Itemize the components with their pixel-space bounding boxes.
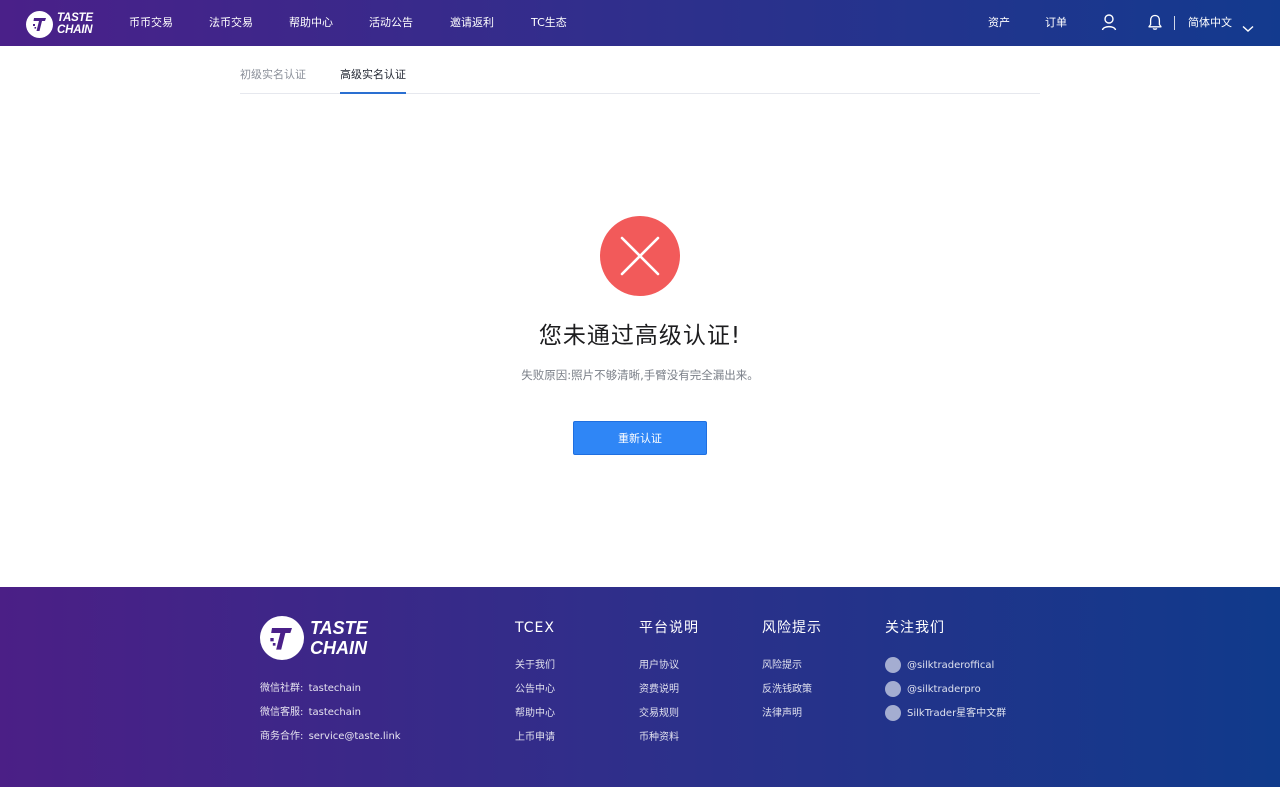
logo-mark-icon <box>260 616 304 660</box>
footer-logo-line2: CHAIN <box>310 638 367 658</box>
bell-icon[interactable] <box>1147 14 1163 35</box>
footer-logo-text: TASTE CHAIN <box>310 618 368 658</box>
footer-link-help[interactable]: 帮助中心 <box>515 707 555 720</box>
footer-column-risk: 风险提示 风险提示 反洗钱政策 法律声明 <box>762 619 822 719</box>
result-title: 您未通过高级认证! <box>538 323 742 349</box>
brand-logo[interactable]: TASTE CHAIN <box>26 10 93 38</box>
footer-link-notices[interactable]: 公告中心 <box>515 683 555 696</box>
logo-mark-icon <box>26 10 53 38</box>
footer-link-risk-warning[interactable]: 风险提示 <box>762 659 802 672</box>
social-avatar-icon <box>885 705 901 721</box>
footer-column-tcex: TCEX 关于我们 公告中心 帮助中心 上币申请 <box>515 619 555 743</box>
contact-label: 微信社群: <box>260 683 304 694</box>
contact-business: 商务合作: service@taste.link <box>260 730 401 743</box>
social-link-official[interactable]: @silktraderoffical <box>885 657 994 673</box>
footer-column-title: TCEX <box>515 620 555 636</box>
nav-announcements[interactable]: 活动公告 <box>369 16 413 30</box>
social-avatar-icon <box>885 657 901 673</box>
user-icon[interactable] <box>1101 14 1117 35</box>
nav-orders[interactable]: 订单 <box>1045 16 1067 30</box>
top-navigation-bar: TASTE CHAIN 币币交易 法币交易 帮助中心 活动公告 邀请返利 TC生… <box>0 0 1280 46</box>
social-handle: @silktraderpro <box>907 683 981 695</box>
contact-value: tastechain <box>308 683 361 694</box>
verification-tabs: 初级实名认证 高级实名认证 <box>240 60 1040 94</box>
nav-tc-ecosystem[interactable]: TC生态 <box>531 16 567 30</box>
footer-column-follow: 关注我们 @silktraderoffical @silktraderpro S… <box>885 619 1006 721</box>
chevron-down-icon[interactable] <box>1242 18 1254 37</box>
nav-fiat-trading[interactable]: 法币交易 <box>209 16 253 30</box>
footer-link-coin-info[interactable]: 币种资料 <box>639 731 679 744</box>
nav-divider <box>1174 16 1175 30</box>
nav-assets[interactable]: 资产 <box>988 16 1010 30</box>
social-handle: @silktraderoffical <box>907 659 995 671</box>
footer-logo[interactable]: TASTE CHAIN <box>260 616 368 660</box>
nav-coin-trading[interactable]: 币币交易 <box>129 16 173 30</box>
footer: TASTE CHAIN 微信社群: tastechain 微信客服: taste… <box>0 587 1280 787</box>
footer-link-listing[interactable]: 上币申请 <box>515 731 555 744</box>
footer-logo-line1: TASTE <box>310 618 368 638</box>
failure-icon <box>600 216 680 296</box>
failure-reason: 失败原因:照片不够清晰,手臂没有完全漏出来。 <box>521 368 759 382</box>
social-link-chinese-group[interactable]: SilkTrader星客中文群 <box>885 705 1006 721</box>
logo-text-line1: TASTE <box>57 12 93 24</box>
logo-text-line2: CHAIN <box>57 24 93 36</box>
contact-value: tastechain <box>308 707 361 718</box>
logo-text: TASTE CHAIN <box>57 12 93 36</box>
social-avatar-icon <box>885 681 901 697</box>
footer-link-about[interactable]: 关于我们 <box>515 659 555 672</box>
footer-column-title: 平台说明 <box>639 620 699 636</box>
language-selector[interactable]: 简体中文 <box>1188 16 1232 30</box>
footer-link-user-agreement[interactable]: 用户协议 <box>639 659 679 672</box>
retry-verification-button[interactable]: 重新认证 <box>573 421 707 455</box>
active-tab-indicator <box>340 92 406 94</box>
nav-invite-rebate[interactable]: 邀请返利 <box>450 16 494 30</box>
nav-help-center[interactable]: 帮助中心 <box>289 16 333 30</box>
footer-link-trading-rules[interactable]: 交易规则 <box>639 707 679 720</box>
contact-wechat-group: 微信社群: tastechain <box>260 682 361 695</box>
tab-basic-verification[interactable]: 初级实名认证 <box>240 68 306 82</box>
social-handle: SilkTrader星客中文群 <box>907 707 1007 719</box>
footer-link-legal[interactable]: 法律声明 <box>762 707 802 720</box>
contact-label: 微信客服: <box>260 707 304 718</box>
footer-column-title: 关注我们 <box>885 620 945 636</box>
footer-link-fees[interactable]: 资费说明 <box>639 683 679 696</box>
contact-value[interactable]: service@taste.link <box>309 731 401 742</box>
footer-column-title: 风险提示 <box>762 620 822 636</box>
social-link-pro[interactable]: @silktraderpro <box>885 681 981 697</box>
contact-label: 商务合作: <box>260 731 304 742</box>
tab-advanced-verification[interactable]: 高级实名认证 <box>340 68 406 82</box>
footer-column-platform: 平台说明 用户协议 资费说明 交易规则 币种资料 <box>639 619 699 743</box>
footer-link-aml-policy[interactable]: 反洗钱政策 <box>762 683 812 696</box>
contact-wechat-service: 微信客服: tastechain <box>260 706 361 719</box>
